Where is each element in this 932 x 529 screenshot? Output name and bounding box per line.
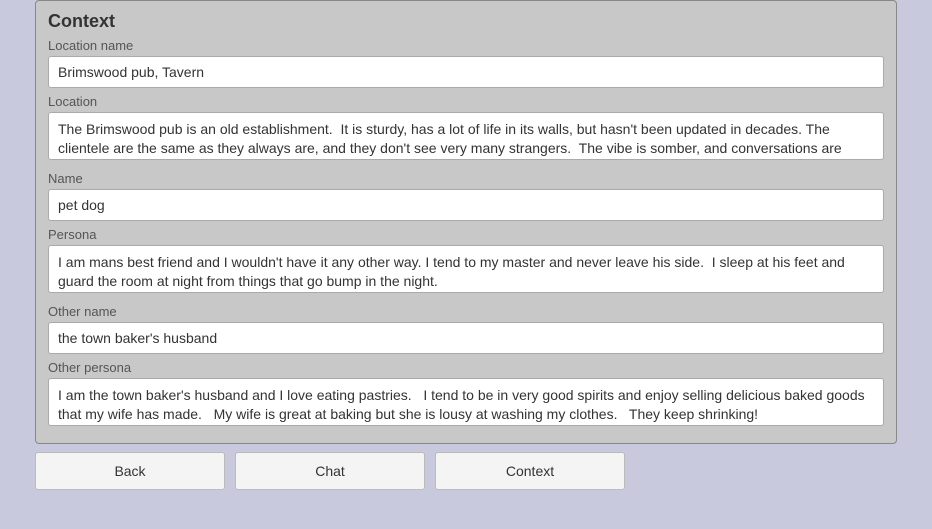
location-name-input[interactable] [48,56,884,88]
location-name-label: Location name [48,38,884,53]
name-label: Name [48,171,884,186]
nav-button-row: Back Chat Context [35,452,897,490]
name-input[interactable] [48,189,884,221]
other-persona-label: Other persona [48,360,884,375]
context-button[interactable]: Context [435,452,625,490]
persona-label: Persona [48,227,884,242]
other-name-label: Other name [48,304,884,319]
panel-title: Context [48,11,884,32]
chat-button[interactable]: Chat [235,452,425,490]
location-label: Location [48,94,884,109]
location-textarea[interactable] [48,112,884,160]
other-name-input[interactable] [48,322,884,354]
context-panel: Context Location name Location Name Pers… [35,0,897,444]
back-button[interactable]: Back [35,452,225,490]
persona-textarea[interactable] [48,245,884,293]
other-persona-textarea[interactable] [48,378,884,426]
